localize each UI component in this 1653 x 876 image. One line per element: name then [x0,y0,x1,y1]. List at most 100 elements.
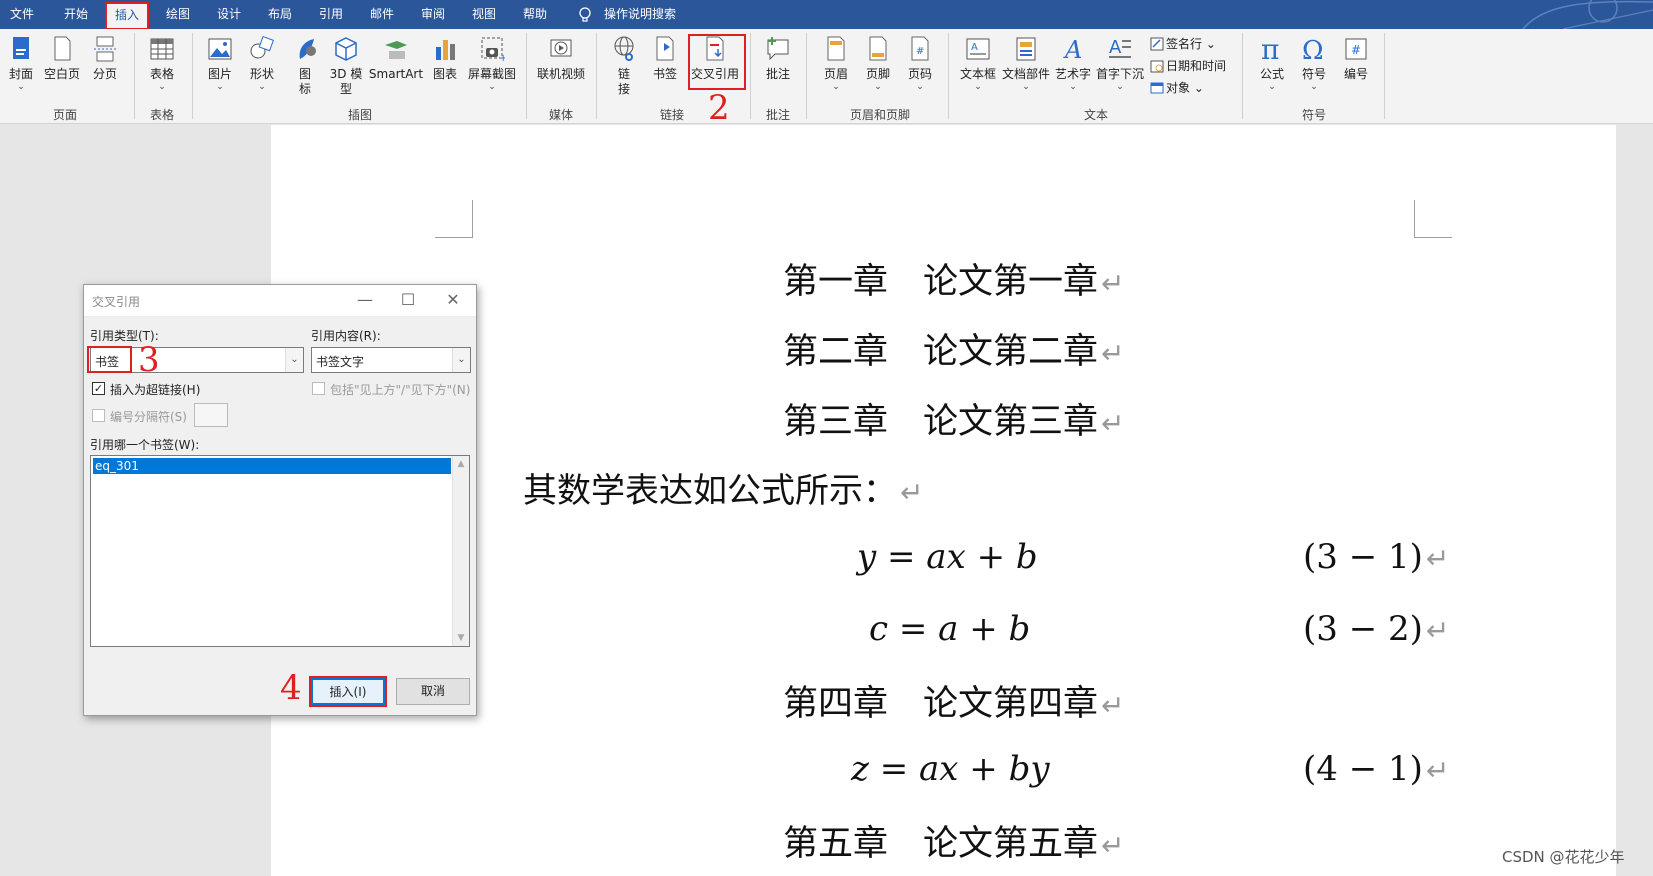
date-time-button[interactable]: 日期和时间 [1150,57,1226,74]
chart-icon [436,40,455,60]
scrollbar[interactable]: ▲ ▼ [452,456,469,646]
icons-button[interactable]: 图标 [294,35,316,97]
minimize-icon[interactable]: — [352,289,378,311]
bookmark-button[interactable]: 书签 [650,35,680,82]
heading-chapter-5[interactable]: 第五章 论文第五章 ↵ [783,815,1124,866]
tab-mailings[interactable]: 邮件 [362,0,402,29]
equation-2[interactable]: c = a + b [869,609,1030,649]
tab-insert[interactable]: 插入 [105,2,149,29]
page-number-icon: # [911,36,929,61]
header-button[interactable]: 页眉 ⌄ [820,35,852,92]
cover-page-button[interactable]: 封面 ⌄ [6,35,36,92]
tab-layout[interactable]: 布局 [260,0,300,29]
smartart-button[interactable]: SmartArt [368,35,424,82]
svg-text:A: A [1109,37,1122,58]
text-box-icon: A [966,38,990,60]
online-video-button[interactable]: 联机视频 [536,35,586,82]
text-box-button[interactable]: A 文本框 ⌄ [958,35,998,92]
page-break-button[interactable]: 分页 [90,35,120,82]
bookmark-list[interactable]: eq_301 ▲ ▼ [90,455,470,647]
footer-button[interactable]: 页脚 ⌄ [862,35,894,92]
screenshot-button[interactable]: + 屏幕截图 ⌄ [466,35,518,92]
tab-home[interactable]: 开始 [56,0,96,29]
heading-chapter-3[interactable]: 第三章 论文第三章 ↵ [783,393,1124,444]
screenshot-icon: + [481,37,505,63]
list-item[interactable]: eq_301 [93,458,451,474]
heading-chapter-4[interactable]: 第四章 论文第四章 ↵ [783,675,1124,726]
omega-icon: Ω [1302,36,1324,63]
tab-design[interactable]: 设计 [209,0,249,29]
header-icon [827,36,845,61]
svg-text:+: + [499,53,505,63]
tab-references[interactable]: 引用 [311,0,351,29]
svg-text:#: # [1351,43,1361,57]
group-text-label: 文本 [1083,108,1108,122]
number-separator-checkbox[interactable] [92,409,105,422]
group-comments-label: 批注 [765,108,790,122]
number-separator-input[interactable] [194,403,228,427]
dialog-titlebar: 交叉引用 — ☐ ✕ [84,285,476,317]
close-icon[interactable]: ✕ [440,289,466,311]
svg-text:#: # [916,46,924,57]
shapes-button[interactable]: 形状 ⌄ [246,35,278,92]
equation-button[interactable]: π 公式 ⌄ [1256,35,1288,92]
svg-text:Ω: Ω [1302,36,1324,63]
scroll-up-icon[interactable]: ▲ [453,456,469,472]
cube-icon [335,37,357,61]
table-button[interactable]: 表格 ⌄ [146,35,178,92]
include-above-below-checkbox[interactable] [312,382,325,395]
group-pages-label: 页面 [52,108,77,122]
drop-cap-icon: A [1109,37,1131,58]
equation-3-number[interactable]: (4 − 1) ↵ [1303,749,1449,789]
equation-1[interactable]: y = ax + b [857,537,1038,577]
chart-button[interactable]: 图表 [430,35,460,82]
page-number-button[interactable]: # 页码 ⌄ [904,35,936,92]
paragraph-formula-intro[interactable]: 其数学表达如公式所示： ↵ [523,463,923,512]
title-decoration [1522,0,1653,29]
equation-3[interactable]: z = ax + by [851,749,1050,789]
tab-draw[interactable]: 绘图 [158,0,198,29]
heading-chapter-2[interactable]: 第二章 论文第二章 ↵ [783,323,1124,374]
tab-view[interactable]: 视图 [464,0,504,29]
blank-page-button[interactable]: 空白页 [42,35,82,82]
group-separator [806,33,807,119]
equation-2-number[interactable]: (3 − 2) ↵ [1303,609,1449,649]
insert-hyperlink-checkbox[interactable]: ✓ [92,382,105,395]
smartart-icon [385,41,407,59]
maximize-icon[interactable]: ☐ [395,289,421,311]
cancel-button[interactable]: 取消 [396,678,470,705]
reference-content-select[interactable]: 书签文字 ⌄ [311,347,471,373]
tab-review[interactable]: 审阅 [413,0,453,29]
page-break-icon [94,36,116,62]
link-button[interactable]: 链接 [612,35,636,97]
step-3-marker: 3 [138,340,160,380]
picture-icon [208,38,232,60]
object-icon [1150,82,1164,94]
crop-mark-right [1414,200,1452,238]
comment-button[interactable]: 批注 [762,35,794,82]
tab-help[interactable]: 帮助 [515,0,555,29]
number-separator-label: 编号分隔符(S) [110,410,187,424]
3d-models-button[interactable]: 3D 模型 [326,35,366,97]
tab-file[interactable]: 文件 [4,0,40,29]
pictures-button[interactable]: 图片 ⌄ [204,35,236,92]
chevron-down-icon: ⌄ [452,348,470,372]
group-media-label: 媒体 [548,108,573,122]
icons-icon [299,39,316,59]
drop-cap-button[interactable]: A 首字下沉 ⌄ [1094,35,1146,92]
quick-parts-button[interactable]: 文档部件 ⌄ [1002,35,1050,92]
equation-1-number[interactable]: (3 − 1) ↵ [1303,537,1449,577]
heading-chapter-1[interactable]: 第一章 论文第一章 ↵ [783,253,1124,304]
group-separator [1384,33,1385,119]
bookmark-icon [656,36,674,61]
numbering-button[interactable]: # 编号 [1340,35,1372,82]
group-separator [134,33,135,119]
svg-text:A: A [1063,36,1082,63]
tell-me-search[interactable]: 操作说明搜索 [578,0,676,29]
symbol-button[interactable]: Ω 符号 ⌄ [1298,35,1330,92]
signature-line-button[interactable]: 签名行 ⌄ [1150,35,1216,52]
reference-type-highlight [87,346,132,373]
scroll-down-icon[interactable]: ▼ [453,630,469,646]
wordart-button[interactable]: A 艺术字 ⌄ [1054,35,1092,92]
object-button[interactable]: 对象 ⌄ [1150,79,1204,96]
